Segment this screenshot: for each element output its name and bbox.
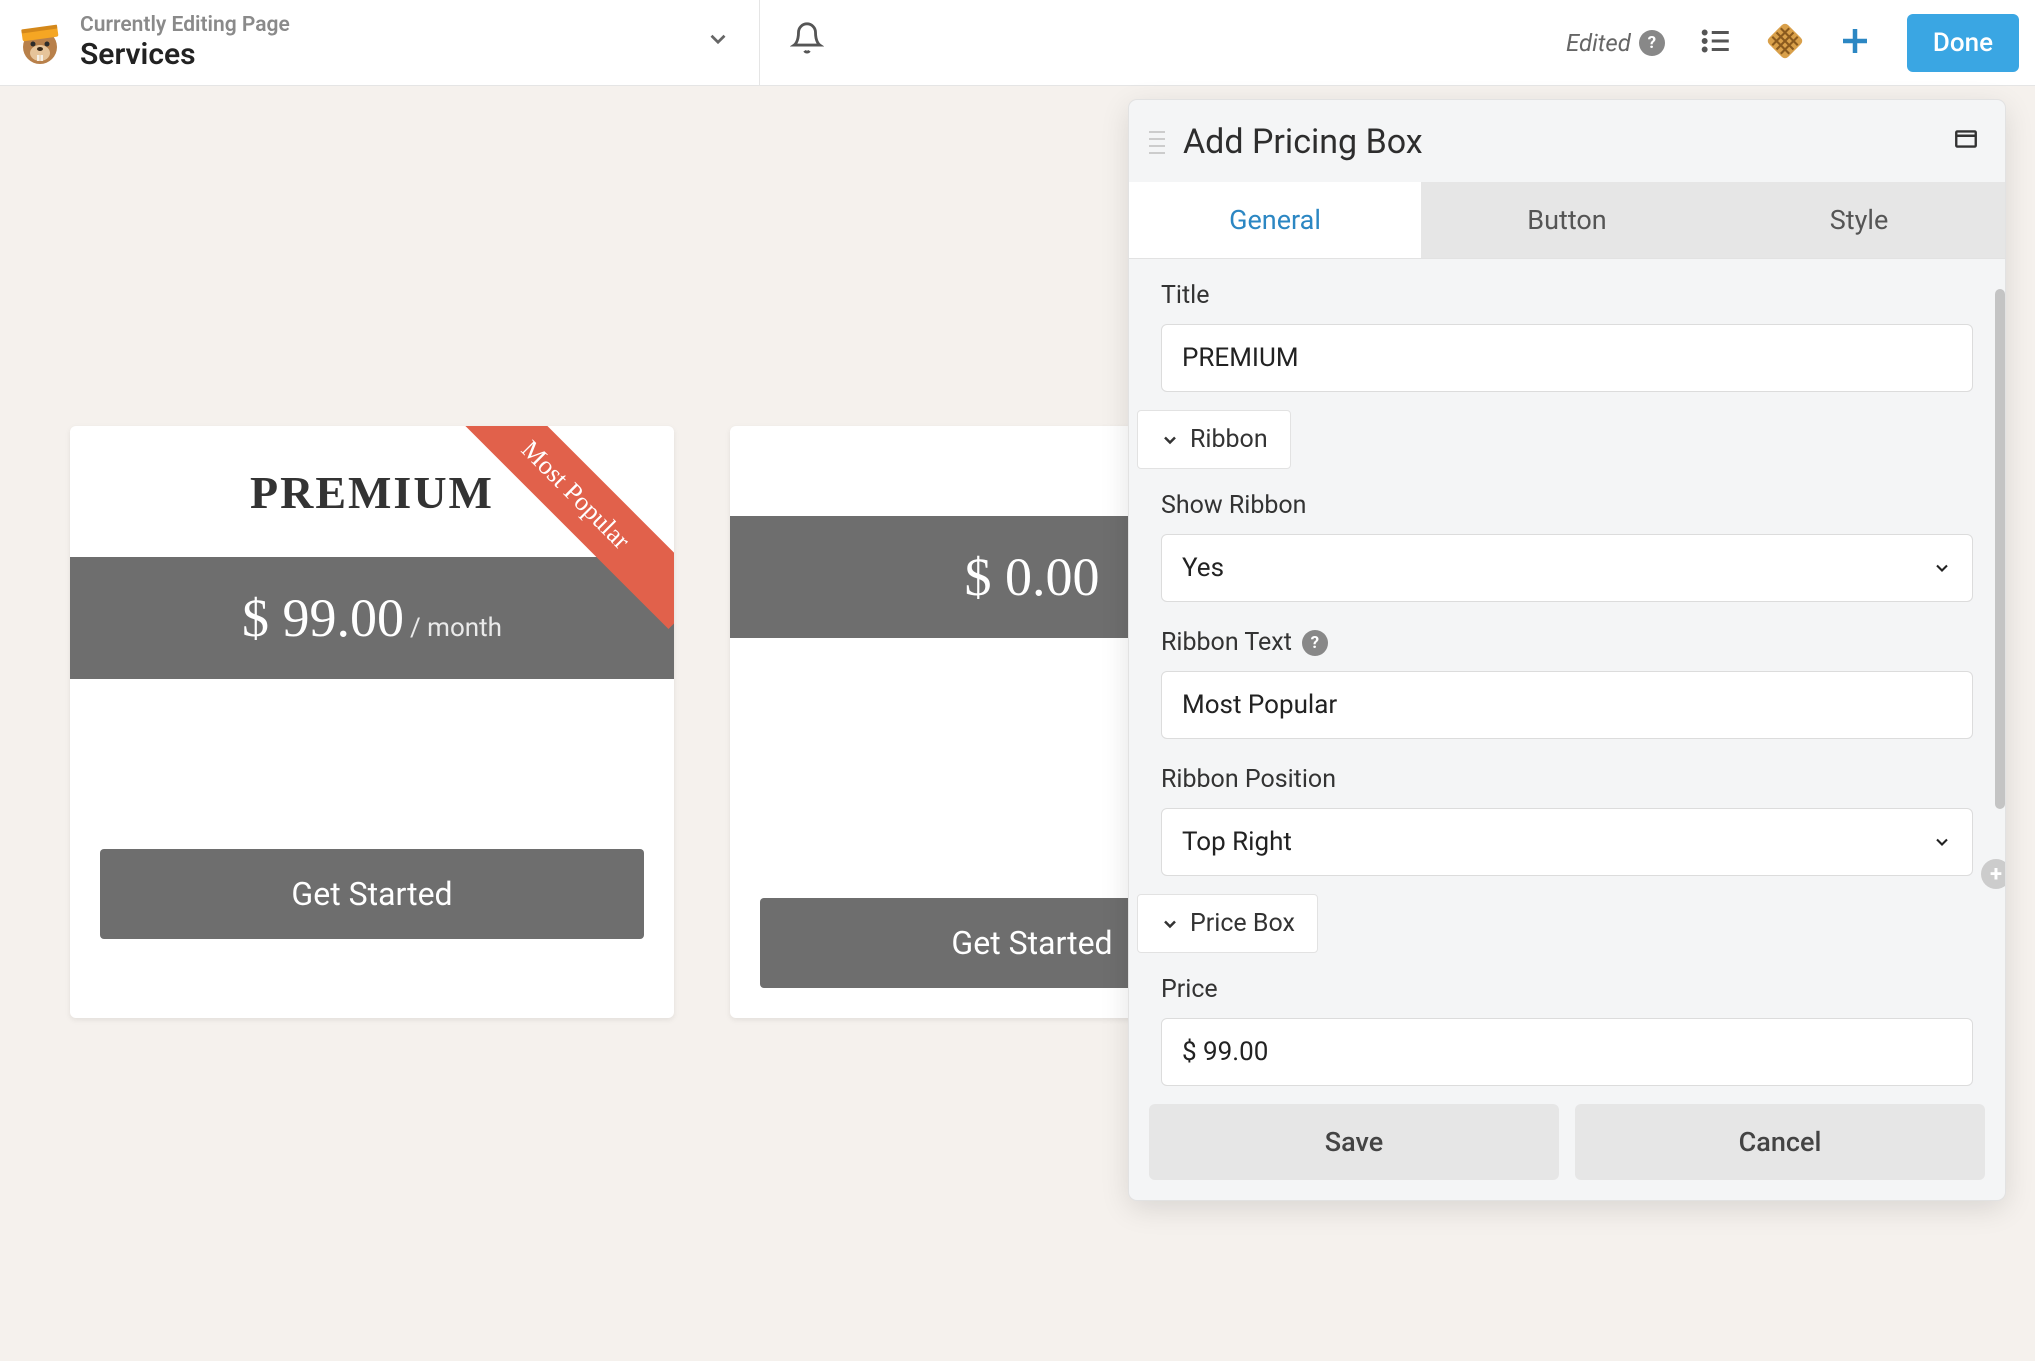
- add-icon[interactable]: [1837, 23, 1873, 63]
- page-chevron-down-icon[interactable]: [705, 26, 759, 59]
- done-button[interactable]: Done: [1907, 14, 2019, 72]
- ribbon-position-select[interactable]: Top Right: [1161, 808, 1973, 876]
- page-title: Services: [80, 37, 705, 72]
- price-label: Price: [1161, 975, 1973, 1004]
- price-per: / month: [410, 613, 502, 643]
- edited-label: Edited: [1566, 29, 1631, 57]
- panel-tabs: General Button Style: [1129, 182, 2005, 259]
- show-ribbon-label: Show Ribbon: [1161, 491, 1973, 520]
- settings-panel: Add Pricing Box General Button Style Tit…: [1129, 100, 2005, 1200]
- app-logo-icon[interactable]: [12, 15, 68, 71]
- topbar: Currently Editing Page Services Edited ?: [0, 0, 2035, 86]
- section-pricebox-toggle[interactable]: Price Box: [1137, 894, 1318, 953]
- panel-body: Title Ribbon Show Ribbon Yes Ribbon Text…: [1129, 259, 2005, 1200]
- tab-button[interactable]: Button: [1421, 182, 1713, 258]
- tab-style[interactable]: Style: [1713, 182, 2005, 258]
- title-label: Title: [1161, 281, 1973, 310]
- topbar-right: Edited ? Done: [760, 0, 2019, 85]
- waffle-icon[interactable]: [1767, 23, 1803, 63]
- help-icon[interactable]: ?: [1639, 30, 1665, 56]
- window-expand-icon[interactable]: [1953, 126, 1979, 158]
- cancel-button[interactable]: Cancel: [1575, 1104, 1985, 1180]
- topbar-left: Currently Editing Page Services: [0, 0, 760, 85]
- section-ribbon-label: Ribbon: [1190, 425, 1268, 454]
- outline-icon[interactable]: [1699, 24, 1733, 62]
- price-band: $ 99.00/ month: [70, 557, 674, 679]
- price: $ 0.00: [965, 547, 1100, 607]
- panel-header[interactable]: Add Pricing Box: [1129, 100, 2005, 182]
- panel-title: Add Pricing Box: [1183, 122, 1423, 162]
- page-subtitle: Currently Editing Page: [80, 13, 705, 37]
- card-cta-button[interactable]: Get Started: [100, 849, 644, 939]
- scrollbar[interactable]: [1995, 289, 2005, 809]
- pricing-card-premium[interactable]: PREMIUM Most Popular $ 99.00/ month Get …: [70, 426, 674, 1018]
- drag-handle-icon[interactable]: [1149, 131, 1165, 154]
- card-body: [70, 679, 674, 849]
- right-actions: Edited ? Done: [1566, 14, 2019, 72]
- ribbon-position-label: Ribbon Position: [1161, 765, 1973, 794]
- chevron-down-icon: [1932, 832, 1952, 852]
- ribbon-text-label: Ribbon Text ?: [1161, 628, 1973, 657]
- add-field-icon[interactable]: +: [1981, 859, 2005, 889]
- section-pricebox-label: Price Box: [1190, 909, 1295, 938]
- help-icon[interactable]: ?: [1302, 630, 1328, 656]
- tab-general[interactable]: General: [1129, 182, 1421, 258]
- price: $ 99.00: [242, 588, 404, 648]
- ribbon-position-value: Top Right: [1182, 827, 1292, 857]
- edited-status: Edited ?: [1566, 29, 1665, 57]
- notifications-bell-icon[interactable]: [790, 21, 824, 64]
- show-ribbon-select[interactable]: Yes: [1161, 534, 1973, 602]
- panel-footer: Save Cancel: [1129, 1090, 2005, 1200]
- price-input[interactable]: [1161, 1018, 1973, 1086]
- section-ribbon-toggle[interactable]: Ribbon: [1137, 410, 1291, 469]
- save-button[interactable]: Save: [1149, 1104, 1559, 1180]
- title-input[interactable]: [1161, 324, 1973, 392]
- show-ribbon-value: Yes: [1182, 553, 1224, 583]
- chevron-down-icon: [1932, 558, 1952, 578]
- ribbon-text-input[interactable]: [1161, 671, 1973, 739]
- page-head[interactable]: Currently Editing Page Services: [80, 13, 705, 72]
